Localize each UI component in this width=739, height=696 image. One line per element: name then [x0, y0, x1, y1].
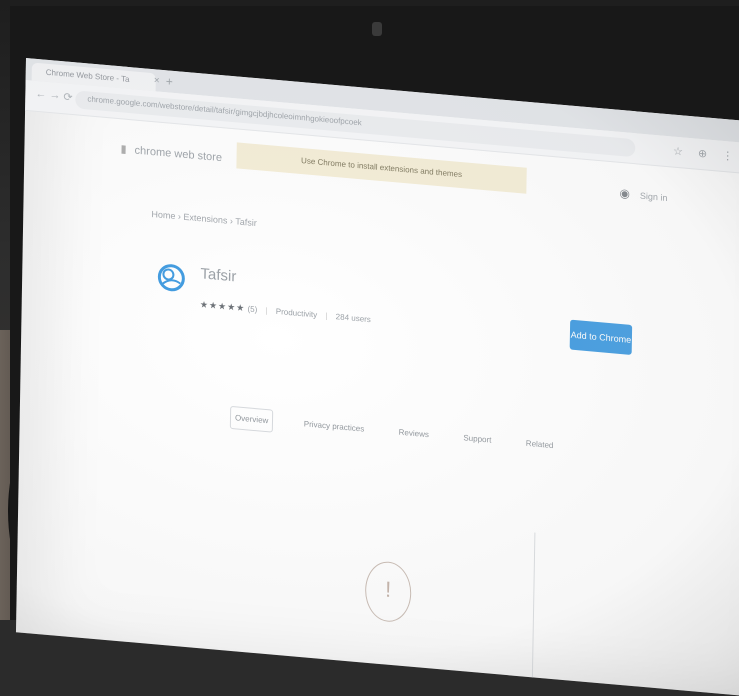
toolbar-icons[interactable]: ☆ ⊕ ⋮	[673, 145, 739, 164]
account-icon[interactable]: ◉	[619, 186, 630, 201]
add-to-chrome-button[interactable]: Add to Chrome	[569, 319, 633, 355]
reload-icon[interactable]: ⟳	[63, 90, 72, 104]
webcam	[372, 22, 382, 36]
tab-reviews[interactable]: Reviews	[395, 421, 434, 445]
new-tab-button[interactable]: +	[166, 74, 173, 89]
account-label[interactable]: Sign in	[640, 191, 668, 203]
account-area[interactable]: ◉ Sign in	[619, 186, 667, 204]
close-icon[interactable]: ×	[154, 75, 160, 86]
warning-mark: !	[384, 576, 392, 602]
install-notice-banner: Use Chrome to install extensions and the…	[236, 142, 527, 194]
warning-icon: !	[364, 559, 412, 624]
extension-logo-icon	[157, 264, 185, 292]
extension-title: Tafsir	[200, 265, 237, 286]
tab-support[interactable]: Support	[459, 427, 495, 451]
store-logo[interactable]: ▮ chrome web store	[120, 142, 222, 164]
store-brand-text: chrome web store	[134, 144, 223, 165]
tab-overview[interactable]: Overview	[229, 405, 274, 433]
rating-count[interactable]: (5)	[247, 304, 257, 314]
rating-row: ★★★★★ (5) | Productivity | 284 users	[199, 299, 371, 325]
browser-screen: Chrome Web Store - Ta × + ← → ⟳ chrome.g…	[15, 58, 739, 696]
user-count: 284 users	[335, 312, 371, 325]
back-icon[interactable]: ←	[35, 88, 46, 101]
forward-icon[interactable]: →	[49, 89, 60, 102]
category-link[interactable]: Productivity	[276, 307, 318, 320]
store-bag-icon: ▮	[120, 143, 127, 156]
tab-related[interactable]: Related	[522, 432, 558, 456]
breadcrumb[interactable]: Home › Extensions › Tafsir	[151, 209, 257, 228]
tab-privacy[interactable]: Privacy practices	[300, 413, 369, 440]
content-divider	[531, 532, 536, 683]
rating-stars[interactable]: ★★★★★	[200, 299, 246, 313]
detail-tabs: Overview Privacy practices Reviews Suppo…	[229, 405, 580, 460]
